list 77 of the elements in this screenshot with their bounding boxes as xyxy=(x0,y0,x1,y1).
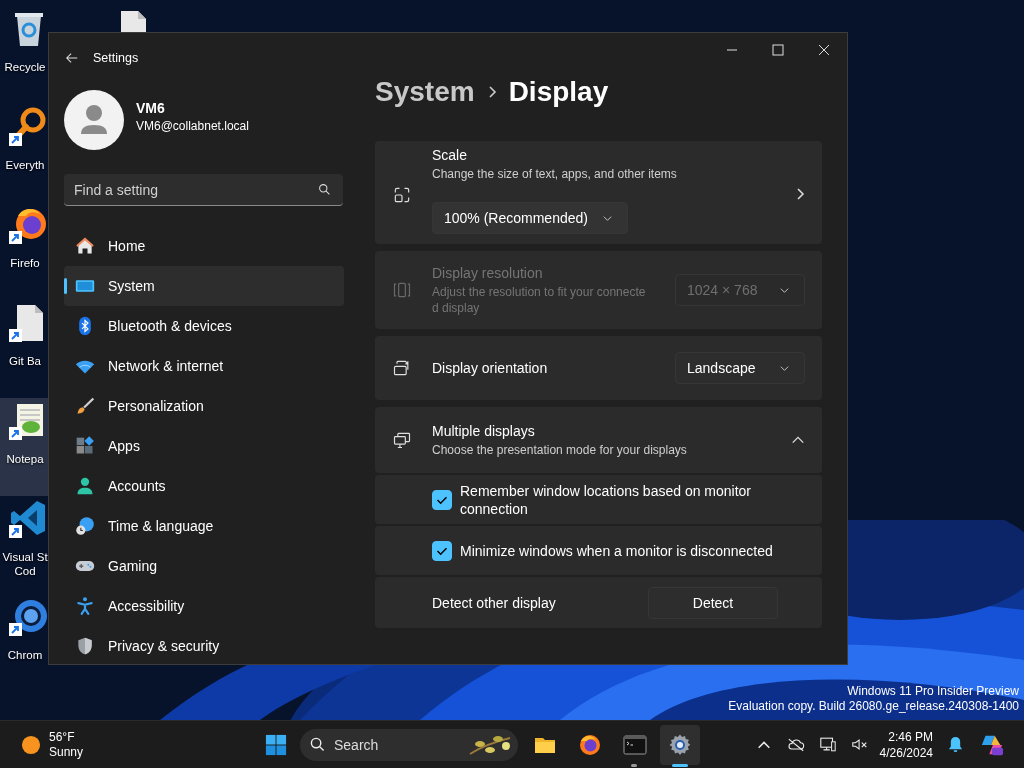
avatar-icon xyxy=(64,90,124,150)
taskbar-search-field[interactable]: Search xyxy=(300,728,518,761)
setting-title: Detect other display xyxy=(432,594,557,611)
running-indicator xyxy=(672,763,688,767)
desktop-icon-label: Chrom xyxy=(6,648,44,662)
setting-title: Display resolution xyxy=(432,264,544,281)
detect-button[interactable]: Detect xyxy=(648,586,778,619)
desktop-icon-label: Visual St Cod xyxy=(1,550,49,578)
window-title: Settings xyxy=(93,51,139,65)
home-icon xyxy=(75,236,95,256)
setting-description: Adjust the resolution to fit your connected display xyxy=(432,283,647,316)
setting-title: Display orientation xyxy=(432,360,549,376)
watermark-text: Evaluation copy. Build 26080.ge_release.240308-1400 xyxy=(728,699,1019,714)
search-icon xyxy=(318,183,331,196)
nav-item[interactable]: Bluetooth & devices xyxy=(64,306,344,346)
desktop-icon-label: Recycle xyxy=(3,60,47,74)
start-icon[interactable] xyxy=(265,733,287,756)
terminal-icon xyxy=(622,732,647,757)
apps-icon xyxy=(75,436,95,456)
shield-icon xyxy=(75,636,95,656)
temperature: 56°F xyxy=(49,729,76,745)
checkbox-label: Minimize windows when a monitor is disconnected xyxy=(460,541,774,560)
user-name: VM6 xyxy=(136,99,166,116)
bell-icon[interactable] xyxy=(948,736,963,753)
setting-search-field[interactable]: Find a setting xyxy=(64,174,343,206)
chevron-right-icon xyxy=(795,186,805,202)
checkbox[interactable] xyxy=(432,489,452,510)
two-monitors-icon xyxy=(392,430,412,450)
network-icon[interactable] xyxy=(818,736,837,753)
clock-time[interactable]: 2:46 PM xyxy=(888,728,933,745)
brush-icon xyxy=(75,396,95,416)
nav-item[interactable]: Home xyxy=(64,226,344,266)
clock-date[interactable]: 4/26/2024 xyxy=(879,744,933,761)
desktop-icon-label: Firefo xyxy=(9,256,41,270)
settings-card[interactable]: Scale Change the size of text, apps, and other items 100% (Recommended) xyxy=(375,141,822,244)
nav-item[interactable]: Accessibility xyxy=(64,586,344,626)
setting-description: Choose the presentation mode for your displays xyxy=(432,441,688,458)
browser-icon xyxy=(577,732,602,757)
cloud-off-icon[interactable] xyxy=(786,736,805,753)
chevron-right-icon xyxy=(486,84,497,100)
watermark-text: Windows 11 Pro Insider Preview xyxy=(847,684,1019,699)
nav-item[interactable]: Accounts xyxy=(64,466,344,506)
back-arrow-icon[interactable] xyxy=(65,51,79,65)
scale-dropdown[interactable]: 100% (Recommended) xyxy=(432,202,628,234)
phone-frame-icon xyxy=(392,280,412,300)
sun-icon[interactable] xyxy=(21,734,41,755)
chevron-up-icon[interactable] xyxy=(791,435,805,445)
nav-item[interactable]: Gaming xyxy=(64,546,344,586)
nav-item[interactable]: Privacy & security xyxy=(64,626,344,666)
nav-item[interactable]: Time & language xyxy=(64,506,344,546)
nav-item[interactable]: System xyxy=(64,266,344,306)
setting-title: Scale xyxy=(432,147,469,163)
checkbox-label: Remember window locations based on monitor connection xyxy=(460,481,753,518)
speaker-muted-icon[interactable] xyxy=(850,736,869,753)
setting-title: Multiple displays xyxy=(432,422,536,439)
weather-condition: Sunny xyxy=(49,744,84,760)
dropdown[interactable]: Landscape xyxy=(675,352,805,384)
running-indicator xyxy=(631,763,637,767)
checkbox[interactable] xyxy=(432,540,452,561)
nav-item[interactable]: Network & internet xyxy=(64,346,344,386)
settings-card[interactable]: Multiple displays Choose the presentation mode for your displays xyxy=(375,407,822,473)
page-title: Display xyxy=(508,76,609,108)
user-email: VM6@collabnet.local xyxy=(136,118,249,133)
desktop-icon-label: Notepa xyxy=(5,452,45,466)
setting-description: Change the size of text, apps, and other items xyxy=(432,166,678,182)
search-icon xyxy=(310,736,325,752)
settings-icon xyxy=(667,732,692,757)
nav-item[interactable]: Personalization xyxy=(64,386,344,426)
taskbar-app-button[interactable] xyxy=(659,724,700,765)
globe-clock-icon xyxy=(75,516,95,536)
breadcrumb-link[interactable]: System xyxy=(375,76,475,108)
desktop-icon-label: Git Ba xyxy=(8,354,42,368)
accessibility-icon xyxy=(75,596,95,616)
desktop-icon-label: Everyth xyxy=(4,158,46,172)
person-icon xyxy=(75,476,95,496)
nav-item[interactable]: Apps xyxy=(64,426,344,466)
resize-frame-icon xyxy=(392,185,412,205)
